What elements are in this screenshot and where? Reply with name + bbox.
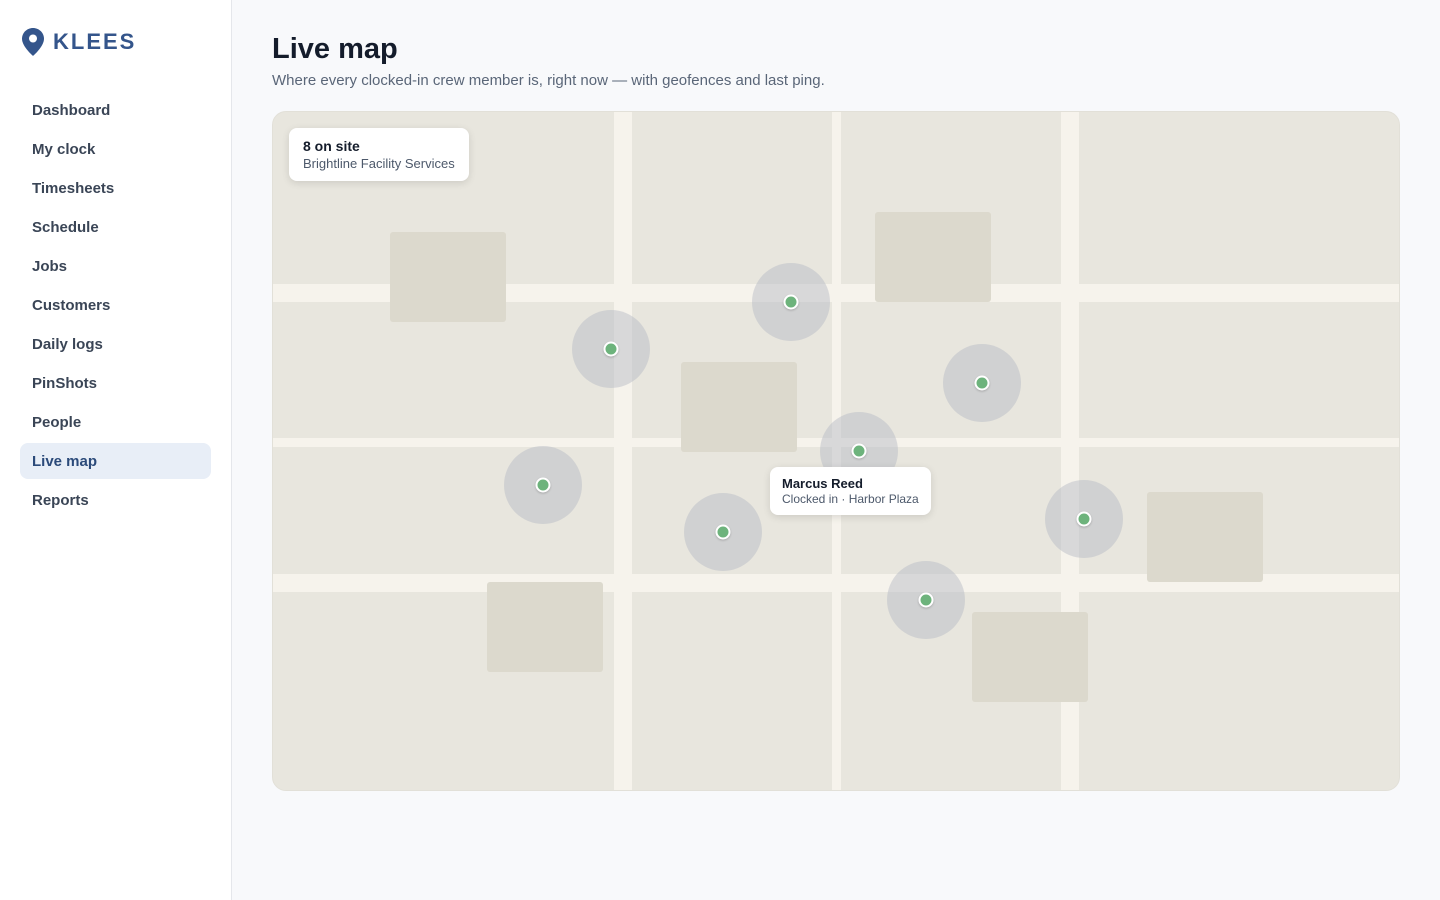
map-building (972, 612, 1088, 702)
crew-pin[interactable] (783, 294, 799, 310)
sidebar-item-live-map[interactable]: Live map (20, 443, 211, 479)
map-pin-icon (22, 28, 44, 56)
page-subtitle: Where every clocked-in crew member is, r… (272, 72, 825, 89)
sidebar-item-pinshots[interactable]: PinShots (20, 365, 211, 401)
crew-pin[interactable] (603, 341, 619, 357)
crew-pin[interactable] (715, 524, 731, 540)
sidebar-item-people[interactable]: People (20, 404, 211, 440)
live-map[interactable]: 8 on site Brightline Facility Services M… (272, 111, 1400, 791)
crew-name: Marcus Reed (782, 476, 863, 491)
sidebar-nav: Dashboard My clock Timesheets Schedule J… (20, 92, 211, 521)
crew-pin-marcus-reed[interactable] (851, 443, 867, 459)
crew-pin[interactable] (535, 477, 551, 493)
sidebar-item-reports[interactable]: Reports (20, 482, 211, 518)
map-building (390, 232, 506, 322)
crew-tooltip: Marcus Reed Clocked in · Harbor Plaza (770, 467, 931, 515)
page-title: Live map (272, 33, 398, 65)
brand-logo[interactable]: KLEES (22, 28, 136, 56)
map-building (681, 362, 797, 452)
crew-pin[interactable] (1076, 511, 1092, 527)
on-site-count: 8 on site (303, 138, 360, 154)
company-name: Brightline Facility Services (303, 156, 455, 171)
sidebar: KLEES Dashboard My clock Timesheets Sche… (0, 0, 232, 900)
on-site-summary-card: 8 on site Brightline Facility Services (289, 128, 469, 181)
crew-pin[interactable] (974, 375, 990, 391)
map-building (875, 212, 991, 302)
crew-pin[interactable] (918, 592, 934, 608)
sidebar-item-dashboard[interactable]: Dashboard (20, 92, 211, 128)
sidebar-item-timesheets[interactable]: Timesheets (20, 170, 211, 206)
crew-status: Clocked in · Harbor Plaza (782, 492, 919, 506)
sidebar-item-my-clock[interactable]: My clock (20, 131, 211, 167)
map-road (614, 112, 632, 790)
map-building (487, 582, 603, 672)
brand-name: KLEES (53, 29, 137, 54)
sidebar-item-daily-logs[interactable]: Daily logs (20, 326, 211, 362)
sidebar-item-jobs[interactable]: Jobs (20, 248, 211, 284)
sidebar-item-schedule[interactable]: Schedule (20, 209, 211, 245)
sidebar-item-customers[interactable]: Customers (20, 287, 211, 323)
map-building (1147, 492, 1263, 582)
